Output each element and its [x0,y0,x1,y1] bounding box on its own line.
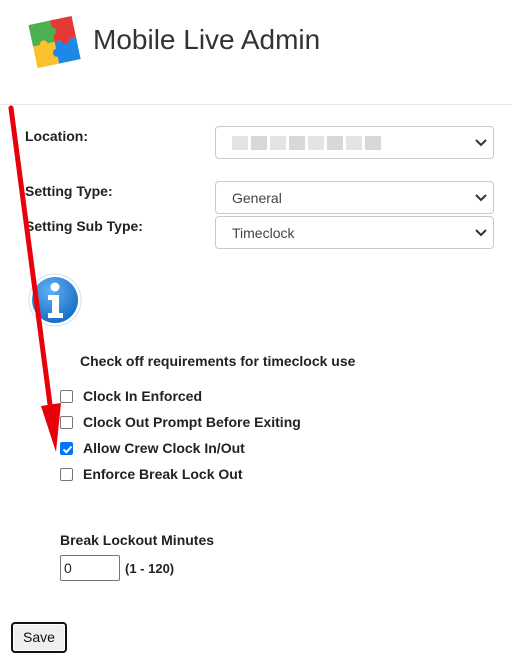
checkbox-label: Clock Out Prompt Before Exiting [83,414,301,430]
clock-out-prompt-checkbox[interactable] [60,416,73,429]
info-icon [28,273,82,327]
redacted-location-value [232,136,381,150]
setting-sub-type-value: Timeclock [232,225,295,241]
break-lockout-range-hint: (1 - 120) [125,561,175,576]
setting-type-label: Setting Type: [25,183,113,199]
enforce-break-lockout-checkbox[interactable] [60,468,73,481]
clock-in-enforced-checkbox[interactable] [60,390,73,403]
chevron-down-icon [475,194,487,202]
setting-type-value: General [232,190,282,206]
save-button[interactable]: Save [11,622,67,653]
checkmark-icon [62,445,73,454]
setting-sub-type-select[interactable]: Timeclock [215,216,494,249]
chevron-down-icon [475,229,487,237]
allow-crew-clock-checkbox[interactable] [60,442,73,455]
checkbox-label: Allow Crew Clock In/Out [83,440,245,456]
requirements-heading: Check off requirements for timeclock use [80,353,356,369]
location-select[interactable] [215,126,494,159]
puzzle-logo-icon [28,15,81,69]
checkbox-label: Clock In Enforced [83,388,203,404]
app-header: Mobile Live Admin [0,0,512,105]
break-lockout-minutes-input[interactable] [60,555,120,581]
checkbox-label: Enforce Break Lock Out [83,466,243,482]
break-lockout-label: Break Lockout Minutes [60,532,215,548]
setting-sub-type-label: Setting Sub Type: [25,218,143,234]
chevron-down-icon [475,139,487,147]
app-title: Mobile Live Admin [93,24,321,55]
setting-type-select[interactable]: General [215,181,494,214]
location-label: Location: [25,128,88,144]
